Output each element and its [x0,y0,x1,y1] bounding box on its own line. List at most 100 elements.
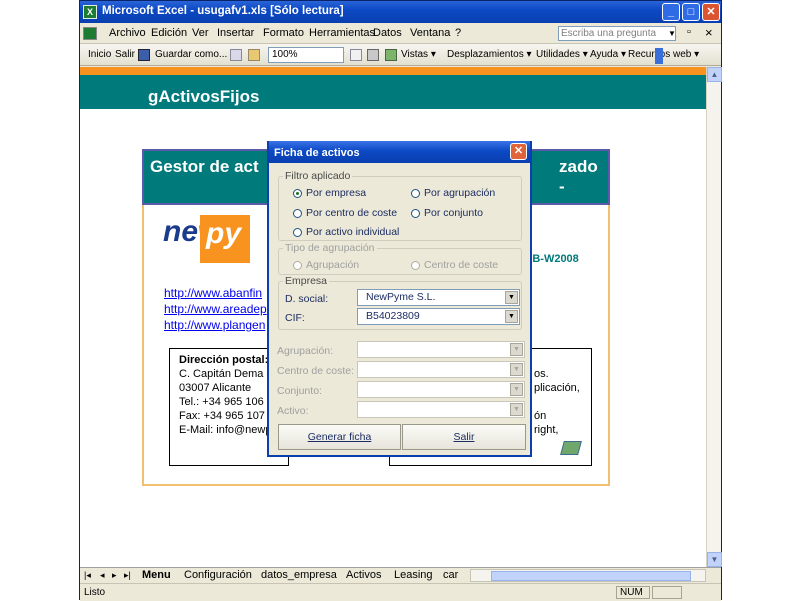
radio-por-agrupacion[interactable] [411,189,420,198]
card-title-right: zado - [559,157,598,196]
print-icon[interactable] [367,49,379,61]
toolbar: Inicio Salir Guardar como... ▼ Vistas ▾ … [80,44,721,66]
dsocial-label: D. social: [285,293,329,305]
menu-ver[interactable]: Ver [192,27,209,39]
status-bar: Listo NUM [80,583,721,601]
generar-ficha-button[interactable]: Generar ficha [278,424,401,450]
empresa-legend: Empresa [283,275,330,287]
horizontal-scrollbar[interactable] [470,569,706,582]
tab-datos-empresa[interactable]: datos_empresa [261,569,337,581]
radio-por-conjunto[interactable] [411,209,420,218]
next-sheet-icon[interactable]: ▸ [112,570,117,581]
tab-configuracion[interactable]: Configuración [184,569,252,581]
chevron-down-icon[interactable]: ▼ [510,403,523,416]
link-areadep[interactable]: http://www.areadep [164,302,267,316]
radio-label-por-centro-coste[interactable]: Por centro de coste [306,207,397,219]
menu-formato[interactable]: Formato [263,27,304,39]
ask-question-input[interactable]: Escriba una pregunta [558,26,676,41]
chevron-down-icon[interactable]: ▼ [505,291,518,304]
last-sheet-icon[interactable]: ▸| [124,570,131,581]
chevron-down-icon[interactable]: ▼ [510,383,523,396]
window-title: Microsoft Excel - usugafv1.xls [Sólo lec… [102,5,344,17]
menu-ventana[interactable]: Ventana [410,27,450,39]
radio-label-agrupacion[interactable]: Agrupación [306,259,359,271]
first-sheet-icon[interactable]: |◂ [84,570,91,581]
radio-label-centro-coste[interactable]: Centro de coste [424,259,498,271]
doc-close-button[interactable]: × [705,25,713,40]
menu-herramientas[interactable]: Herramientas [309,27,375,39]
conjunto-label: Conjunto: [277,385,322,397]
menu-datos[interactable]: Datos [373,27,402,39]
radio-label-por-activo-individual[interactable]: Por activo individual [306,226,399,238]
radio-label-por-empresa[interactable]: Por empresa [306,187,366,199]
guardar-como-button[interactable]: Guardar como... [155,49,227,60]
radio-por-empresa[interactable] [293,189,302,198]
maximize-button[interactable]: □ [682,3,700,21]
address-line: Tel.: +34 965 106 [179,396,264,408]
toolbar-overflow-icon[interactable] [655,48,663,64]
scroll-up-icon[interactable]: ▲ [707,67,722,82]
vistas-icon[interactable] [385,49,397,61]
chevron-down-icon[interactable]: ▼ [510,363,523,376]
scroll-down-icon[interactable]: ▼ [707,552,722,567]
salir-button[interactable]: Salir [115,49,135,60]
tab-leasing[interactable]: Leasing [394,569,433,581]
print-preview-icon[interactable] [350,49,362,61]
num-lock-indicator: NUM [616,586,650,599]
activo-label: Activo: [277,405,309,417]
copy-icon[interactable] [230,49,242,61]
prev-sheet-icon[interactable]: ◂ [100,570,105,581]
radio-por-activo-individual[interactable] [293,228,302,237]
agrupacion-select[interactable]: ▼ [357,341,525,358]
radio-por-centro-coste[interactable] [293,209,302,218]
inicio-button[interactable]: Inicio [88,49,111,60]
cif-select[interactable]: B54023809 ▼ [357,308,520,325]
newpyme-logo-py: py [206,217,242,250]
vertical-scrollbar[interactable]: ▲ ▼ [706,67,722,567]
address-heading: Dirección postal: [179,354,269,366]
close-button[interactable]: ✕ [702,3,720,21]
ask-dropdown-icon[interactable]: ▼ [668,29,676,38]
menu-archivo[interactable]: Archivo [109,27,146,39]
menu-insertar[interactable]: Insertar [217,27,254,39]
conjunto-select[interactable]: ▼ [357,381,525,398]
dialog-close-icon[interactable]: ✕ [510,143,527,160]
centro-coste-label: Centro de coste: [277,365,355,377]
tab-menu[interactable]: Menu [142,569,171,581]
recursos-web-menu[interactable]: Recursos web ▾ [628,49,699,60]
doc-restore-button[interactable]: ▫ [687,26,691,38]
doc-icon[interactable] [83,27,97,40]
radio-label-por-agrupacion[interactable]: Por agrupación [424,187,495,199]
tab-activos[interactable]: Activos [346,569,381,581]
zoom-select[interactable]: 100% [268,47,344,63]
save-icon[interactable] [138,49,150,61]
minimize-button[interactable]: _ [662,3,680,21]
salir-button[interactable]: Salir [402,424,526,450]
address-line: E-Mail: info@newp [179,424,272,436]
vistas-menu[interactable]: Vistas ▾ [401,49,436,60]
link-abanfin[interactable]: http://www.abanfin [164,286,262,300]
radio-centro-coste[interactable] [411,261,420,270]
menu-edicion[interactable]: Edición [151,27,187,39]
dsocial-select[interactable]: NewPyme S.L. ▼ [357,289,520,306]
link-plangen[interactable]: http://www.plangen [164,318,265,332]
tab-car[interactable]: car [443,569,458,581]
ayuda-menu[interactable]: Ayuda ▾ [590,49,626,60]
dialog-title-bar: Ficha de activos ✕ [269,141,530,163]
paste-icon[interactable] [248,49,260,61]
header-band: gActivosFijos [80,75,706,109]
activo-select[interactable]: ▼ [357,401,525,418]
centro-coste-select[interactable]: ▼ [357,361,525,378]
horizontal-scroll-thumb[interactable] [491,571,691,581]
desplazamientos-menu[interactable]: Desplazamientos ▾ [447,49,532,60]
info-text: os. [534,368,549,380]
menu-help[interactable]: ? [455,27,461,39]
chevron-down-icon[interactable]: ▼ [510,343,523,356]
tipo-legend: Tipo de agrupación [283,242,377,254]
cif-label: CIF: [285,312,305,324]
radio-agrupacion[interactable] [293,261,302,270]
agrupacion-label: Agrupación: [277,345,334,357]
chevron-down-icon[interactable]: ▼ [505,310,518,323]
utilidades-menu[interactable]: Utilidades ▾ [536,49,588,60]
radio-label-por-conjunto[interactable]: Por conjunto [424,207,483,219]
